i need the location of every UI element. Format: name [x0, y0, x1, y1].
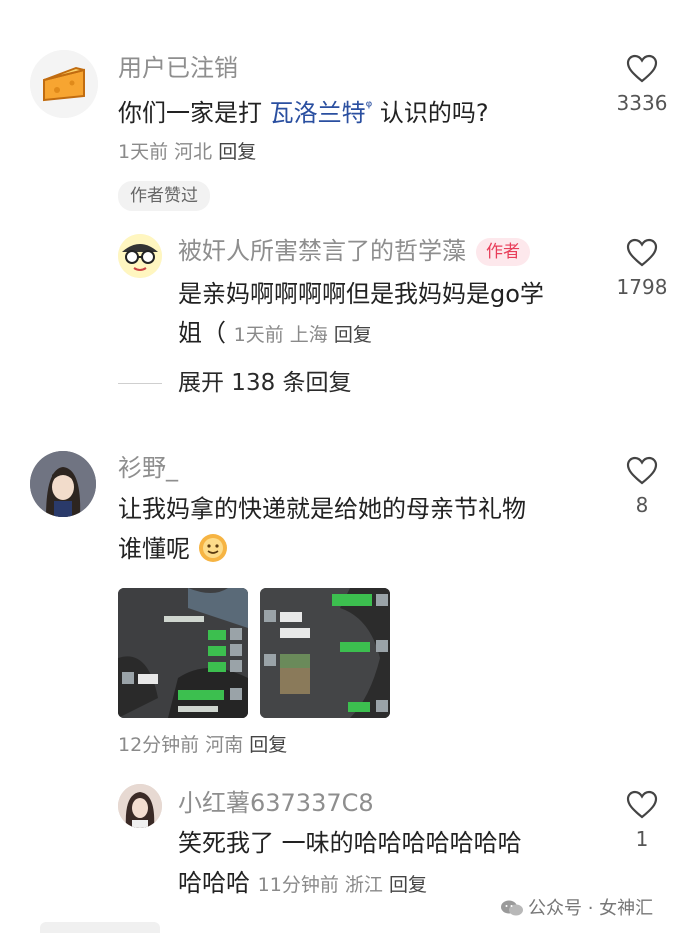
reply-text: 笑死我了 一味的哈哈哈哈哈哈哈	[178, 829, 522, 857]
comment-time: 1天前	[118, 141, 169, 163]
girl-portrait-icon	[30, 451, 96, 517]
expand-replies-button[interactable]: 展开 138 条回复	[178, 368, 352, 398]
heart-icon	[626, 238, 658, 267]
reply-text: 是亲妈啊啊啊啊但是我妈妈是go学	[178, 280, 544, 308]
like-button[interactable]: 3336	[599, 54, 685, 116]
reply-button[interactable]: 回复	[389, 874, 427, 896]
smile-sun-icon	[198, 534, 227, 562]
comment-text: 让我妈拿的快递就是给她的母亲节礼物	[118, 495, 526, 523]
reply-location: 上海	[289, 324, 328, 346]
reply-meta: 1天前 上海 回复	[234, 324, 372, 346]
avatar[interactable]	[30, 451, 96, 517]
comment-text-line2: 谁懂呢	[118, 530, 228, 568]
author-tag: 作者	[476, 238, 530, 266]
chat-screenshot-graphic	[260, 588, 390, 718]
reply-username[interactable]: 小红薯637337C8	[178, 788, 374, 818]
girl-avatar-icon	[118, 784, 162, 828]
next-item-partial	[40, 922, 160, 933]
comment-meta: 1天前 河北 回复	[118, 139, 256, 165]
comment-location: 河南	[205, 734, 244, 756]
avatar[interactable]	[118, 234, 162, 278]
chat-screenshot-image[interactable]	[118, 588, 248, 718]
reply-button[interactable]: 回复	[334, 324, 372, 346]
wechat-icon	[501, 900, 523, 916]
reply-time: 1天前	[233, 324, 284, 346]
comment-username[interactable]: 用户已注销	[118, 53, 238, 83]
search-link[interactable]: 瓦洛兰特ᵠ	[270, 97, 373, 127]
comment-text-after: 认识的吗?	[372, 99, 489, 127]
like-count: 8	[635, 493, 649, 517]
chat-screenshot-graphic	[118, 588, 248, 718]
like-button[interactable]: 8	[599, 456, 685, 518]
author-liked-chip: 作者赞过	[118, 181, 210, 211]
like-count: 1798	[616, 275, 668, 299]
reply-button[interactable]: 回复	[249, 734, 287, 756]
comment-location: 河北	[174, 141, 213, 163]
reply-location: 浙江	[344, 874, 383, 896]
avatar[interactable]	[30, 50, 98, 118]
like-button[interactable]: 1	[599, 790, 685, 852]
reply-username-row: 被奸人所害禁言了的哲学藻 作者	[178, 236, 530, 266]
reply-text-line2: 姐（ 1天前 上海 回复	[178, 319, 372, 347]
reply-username[interactable]: 被奸人所害禁言了的哲学藻	[178, 237, 466, 265]
like-count: 1	[635, 827, 649, 851]
divider	[118, 383, 162, 384]
comment-time: 12分钟前	[118, 734, 200, 756]
like-count: 3336	[616, 91, 668, 115]
comment-username[interactable]: 衫野_	[118, 453, 178, 483]
reply-meta: 11分钟前 浙江 回复	[258, 874, 427, 896]
avatar[interactable]	[118, 784, 162, 828]
chat-screenshot-image[interactable]	[260, 588, 390, 718]
heart-icon	[626, 790, 658, 819]
heart-icon	[626, 456, 658, 485]
watermark: 公众号 · 女神汇	[500, 894, 653, 920]
like-button[interactable]: 1798	[599, 238, 685, 300]
heart-icon	[626, 54, 658, 83]
reply-text-line2: 哈哈哈 11分钟前 浙江 回复	[178, 869, 427, 897]
cheese-icon	[30, 50, 98, 118]
glasses-face-icon	[118, 234, 162, 278]
reply-time: 11分钟前	[257, 874, 339, 896]
reply-button[interactable]: 回复	[218, 141, 256, 163]
comment-text: 你们一家是打 瓦洛兰特ᵠ 认识的吗?	[118, 88, 489, 132]
comment-meta: 12分钟前 河南 回复	[118, 732, 287, 758]
comment-text-before: 你们一家是打	[118, 99, 270, 127]
